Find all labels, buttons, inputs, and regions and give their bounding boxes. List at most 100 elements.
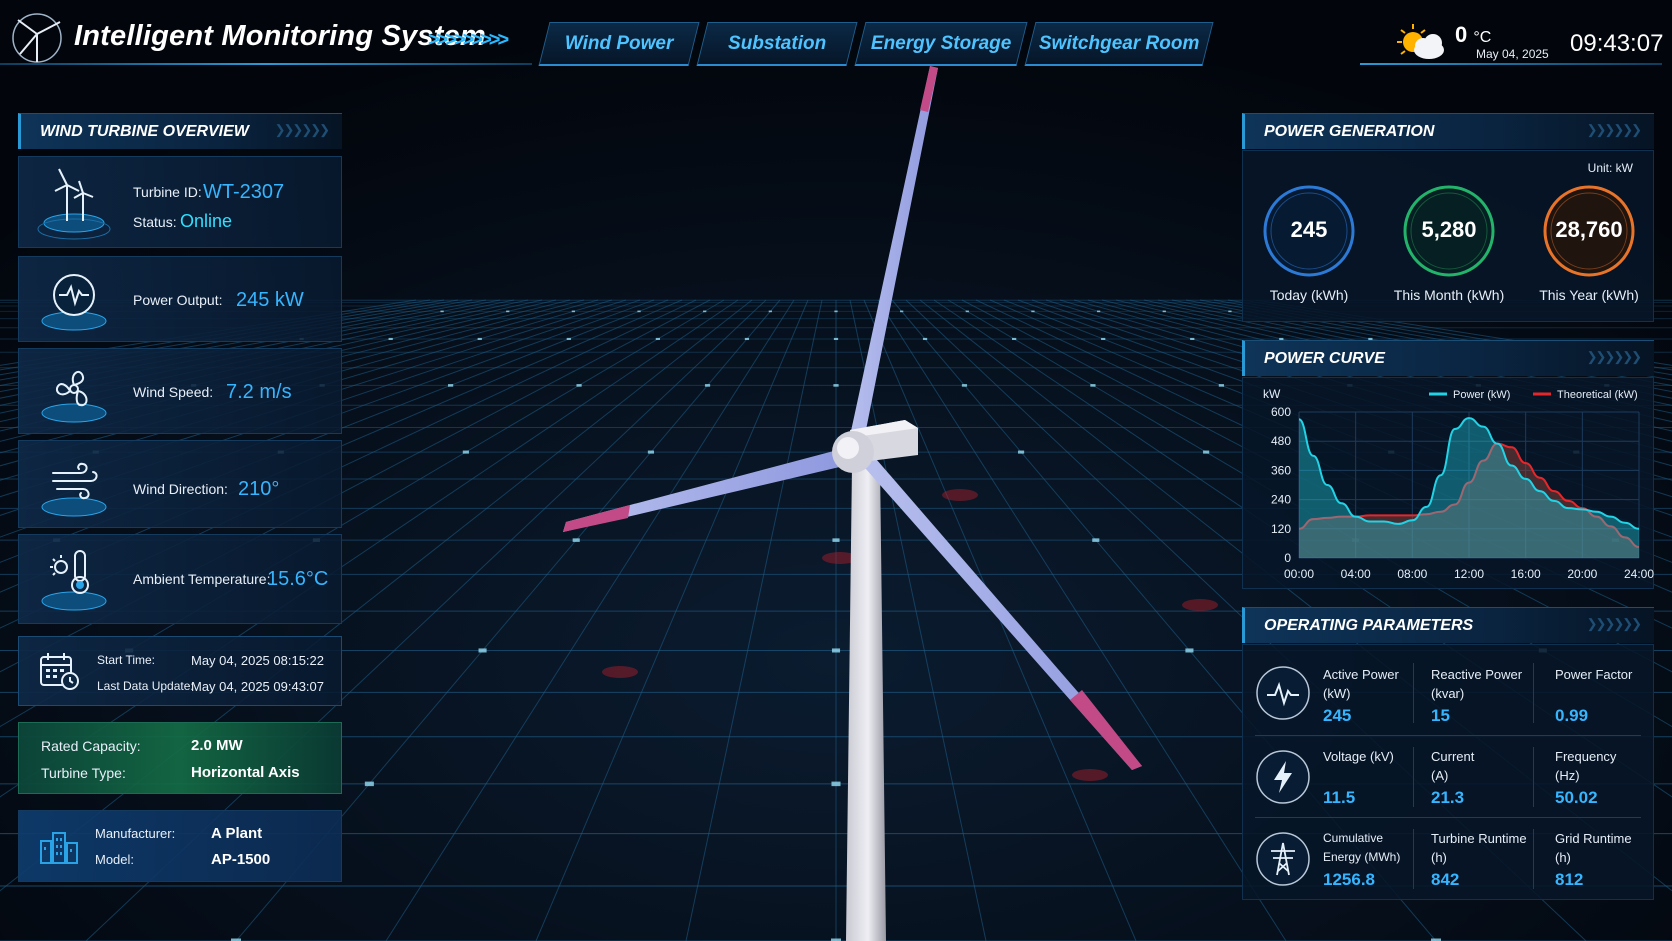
- x-tick-label: 20:00: [1567, 567, 1597, 581]
- header-divider: [0, 63, 532, 65]
- x-tick-label: 12:00: [1454, 567, 1484, 581]
- manufacturer-value: A Plant: [211, 825, 263, 842]
- chevrons-icon: ❯❯❯❯❯❯: [1586, 616, 1642, 631]
- grid-runtime-label: Grid Runtime (h): [1555, 831, 1632, 865]
- top-header: Intelligent Monitoring System >>>>>>>>> …: [0, 0, 1672, 70]
- cumulative-energy-value: 1256.8: [1323, 870, 1375, 889]
- status-badge: Online: [180, 211, 233, 231]
- x-tick-label: 08:00: [1397, 567, 1427, 581]
- chevrons-icon: ❯❯❯❯❯❯: [274, 122, 330, 137]
- power-curve-panel-header: POWER CURVE ❯❯❯❯❯❯: [1242, 340, 1654, 376]
- weather-temperature: 0 °C: [1455, 22, 1492, 47]
- year-generation-label: This Year (kWh): [1539, 287, 1639, 303]
- manufacturer-label: Manufacturer:: [95, 826, 176, 841]
- turbine-type-value: Horizontal Axis: [191, 764, 300, 781]
- y-tick-label: 600: [1271, 405, 1291, 419]
- transmission-tower-icon: [1256, 832, 1310, 886]
- tab-switchgear-room[interactable]: Switchgear Room: [1024, 22, 1214, 66]
- current-time: 09:43:07: [1570, 30, 1664, 57]
- y-tick-label: 480: [1271, 434, 1291, 448]
- legend-label: Theoretical (kW): [1557, 389, 1638, 401]
- today-generation-value: 245: [1290, 217, 1328, 242]
- frequency-value: 50.02: [1555, 788, 1598, 807]
- y-tick-label: 240: [1271, 493, 1291, 507]
- turbine-info-card: Turbine ID: WT-2307 Status: Online: [18, 156, 342, 248]
- turbine-specs-card: Rated Capacity: 2.0 MW Turbine Type: Hor…: [18, 722, 342, 794]
- grid-runtime-value: 812: [1555, 870, 1584, 889]
- row-divider: [1255, 735, 1641, 736]
- power-output-card: Power Output: 245 kW: [18, 256, 342, 342]
- parameters-panel-header: OPERATING PARAMETERS ❯❯❯❯❯❯: [1242, 607, 1654, 643]
- rated-capacity-value: 2.0 MW: [191, 737, 243, 754]
- power-factor-label: Power Factor: [1555, 667, 1633, 682]
- rated-capacity-label: Rated Capacity:: [41, 738, 141, 754]
- thermometer-icon: [41, 550, 107, 611]
- year-generation-value: 28,760: [1555, 217, 1623, 242]
- ambient-temperature-label: Ambient Temperature:: [133, 571, 271, 587]
- chevrons-icon: ❯❯❯❯❯❯: [1586, 349, 1642, 364]
- parameters-panel: Active Power (kW) 245 Reactive Power (kv…: [1242, 644, 1654, 900]
- x-tick-label: 04:00: [1341, 567, 1371, 581]
- power-output-value: 245 kW: [236, 289, 304, 311]
- calendar-clock-icon: [40, 653, 79, 690]
- series-area-0: [1299, 418, 1639, 558]
- frequency-label: Frequency (Hz): [1555, 749, 1617, 783]
- wind-direction-card: Wind Direction: 210°: [18, 440, 342, 528]
- wind-speed-value: 7.2 m/s: [226, 381, 292, 403]
- turbine-id-value: WT-2307: [203, 181, 285, 203]
- current-label: Current (A): [1431, 749, 1475, 783]
- wind-turbine-logo-icon: [12, 13, 62, 63]
- power-curve-panel-title: POWER CURVE: [1264, 350, 1385, 367]
- lightning-icon: [1256, 750, 1310, 804]
- col-divider: [1533, 747, 1534, 807]
- fan-icon: [41, 370, 107, 423]
- current-value: 21.3: [1431, 788, 1465, 807]
- wind-lines-icon: [41, 462, 107, 517]
- col-divider: [1413, 663, 1414, 723]
- col-divider: [1413, 747, 1414, 807]
- tab-substation[interactable]: Substation: [696, 22, 858, 66]
- overview-panel-title: WIND TURBINE OVERVIEW: [40, 123, 249, 140]
- x-tick-label: 00:00: [1284, 567, 1314, 581]
- app-title: Intelligent Monitoring System: [74, 20, 486, 52]
- generation-panel: Unit: kW 245 5,280 28,760 Today (kWh) Th…: [1242, 150, 1654, 322]
- time-info-card: Start Time: May 04, 2025 08:15:22 Last D…: [18, 636, 342, 706]
- pulse-icon: [1256, 666, 1310, 720]
- month-generation-label: This Month (kWh): [1393, 287, 1505, 303]
- manufacturer-card: Manufacturer: A Plant Model: AP-1500: [18, 810, 342, 882]
- title-chevrons-icon: >>>>>>>>>: [428, 29, 509, 51]
- overview-panel-header: WIND TURBINE OVERVIEW ❯❯❯❯❯❯: [18, 113, 342, 149]
- tab-energy-storage[interactable]: Energy Storage: [854, 22, 1028, 66]
- legend-item-1[interactable]: Theoretical (kW): [1533, 389, 1638, 401]
- parameters-panel-title: OPERATING PARAMETERS: [1264, 617, 1474, 634]
- voltage-label: Voltage (kV): [1323, 749, 1394, 764]
- y-tick-label: 120: [1271, 522, 1291, 536]
- y-tick-label: 0: [1284, 551, 1291, 565]
- col-divider: [1533, 663, 1534, 723]
- legend-item-0[interactable]: Power (kW): [1429, 389, 1510, 401]
- wind-direction-label: Wind Direction:: [133, 481, 228, 497]
- power-curve-chart[interactable]: kW 0 120 240 360 480 600 00:00 04:00 08:00 12:00 16…: [1243, 378, 1655, 590]
- last-update-label: Last Data Update:: [97, 679, 194, 693]
- power-pulse-icon: [41, 274, 107, 331]
- cumulative-energy-label: Cumulative Energy (MWh): [1323, 831, 1401, 864]
- wind-direction-value: 210°: [238, 478, 280, 500]
- month-generation-value: 5,280: [1421, 217, 1477, 242]
- status-label: Status:: [133, 214, 177, 230]
- power-output-label: Power Output:: [133, 292, 223, 308]
- tab-wind-power[interactable]: Wind Power: [538, 22, 700, 66]
- turbine-runtime-value: 842: [1431, 870, 1460, 889]
- power-curve-panel: kW 0 120 240 360 480 600 00:00 04:00 08:00 12:00 16…: [1242, 377, 1654, 589]
- today-generation-label: Today (kWh): [1269, 287, 1349, 303]
- start-time-label: Start Time:: [97, 653, 156, 667]
- active-power-value: 245: [1323, 706, 1352, 725]
- partly-sunny-icon: [1397, 24, 1444, 59]
- y-tick-label: 360: [1271, 463, 1291, 477]
- model-label: Model:: [95, 852, 135, 867]
- turbine-id-label: Turbine ID:: [133, 184, 202, 200]
- current-date: May 04, 2025: [1476, 47, 1549, 61]
- header-divider-right: [1360, 63, 1662, 65]
- ambient-temperature-value: 15.6°C: [267, 568, 329, 590]
- last-update-value: May 04, 2025 09:43:07: [191, 679, 324, 694]
- turbine-type-label: Turbine Type:: [41, 765, 126, 781]
